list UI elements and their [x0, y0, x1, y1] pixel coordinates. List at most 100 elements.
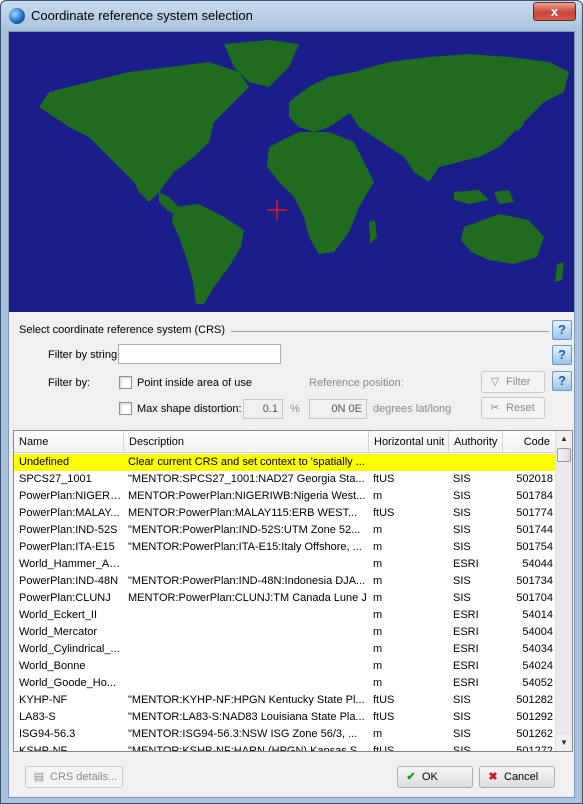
point-inside-checkbox[interactable] — [119, 376, 132, 389]
cell-description: "MENTOR:ISG94-56.3:NSW ISG Zone 56/3, ..… — [128, 728, 358, 740]
cell-description: "MENTOR:PowerPlan:ITA-E15:Italy Offshore… — [128, 541, 362, 553]
cell-description: "MENTOR:PowerPlan:IND-52S:UTM Zone 52... — [128, 524, 361, 536]
dialog-body: Select coordinate reference system (CRS)… — [8, 31, 575, 798]
cancel-label: Cancel — [504, 771, 539, 783]
cell-code: 501262 — [516, 728, 553, 740]
cell-unit: ftUS — [373, 745, 395, 752]
globe-icon — [9, 8, 25, 24]
table-row[interactable]: ISG94-56.3 "MENTOR:ISG94-56.3:NSW ISG Zon… — [14, 726, 556, 743]
cell-name: PowerPlan:NIGERI... — [19, 490, 122, 502]
help-icon[interactable]: ? — [552, 345, 572, 365]
table-header: Name Description Horizontal unit Authori… — [14, 431, 556, 453]
section-title: Select coordinate reference system (CRS) — [19, 324, 232, 336]
distortion-input[interactable]: 0.1 — [243, 399, 283, 419]
scroll-thumb[interactable] — [557, 448, 571, 462]
table-row[interactable]: LA83-S "MENTOR:LA83-S:NAD83 Louisiana Sta… — [14, 709, 556, 726]
column-header-code[interactable]: Code — [503, 431, 556, 453]
cell-authority: SIS — [453, 711, 471, 723]
table-row[interactable]: PowerPlan:IND-48N "MENTOR:PowerPlan:IND-4… — [14, 573, 556, 590]
help-icon[interactable]: ? — [552, 371, 572, 391]
table-row[interactable]: World_Eckert_II m ESRI 54014 — [14, 607, 556, 624]
cell-description: "MENTOR:KSHP-NF:HARN (HPGN) Kansas S... — [128, 745, 367, 752]
table-row[interactable]: Undefined Clear current CRS and set conte… — [14, 454, 556, 471]
cell-unit — [373, 454, 447, 471]
cell-name: KYHP-NF — [19, 694, 68, 706]
table-row[interactable]: PowerPlan:NIGERI... MENTOR:PowerPlan:NIGE… — [14, 488, 556, 505]
cell-code: 54004 — [522, 626, 553, 638]
cell-authority: SIS — [453, 575, 471, 587]
cell-authority: ESRI — [453, 643, 479, 655]
cell-code: 54024 — [522, 660, 553, 672]
dialog-window: Coordinate reference system selection x — [0, 0, 583, 804]
cell-authority: ESRI — [453, 609, 479, 621]
table-row[interactable]: PowerPlan:MALAY... MENTOR:PowerPlan:MALAY… — [14, 505, 556, 522]
cell-name: SPCS27_1001 — [19, 473, 92, 485]
cell-name: PowerPlan:CLUNJ — [19, 592, 111, 604]
cell-unit: m — [373, 643, 383, 655]
table-row[interactable]: PowerPlan:CLUNJ MENTOR:PowerPlan:CLUNJ:TM… — [14, 590, 556, 607]
cell-name: ISG94-56.3 — [19, 728, 76, 740]
filter-button[interactable]: ▽ Filter — [481, 371, 545, 393]
table-row[interactable]: KSHP-NF "MENTOR:KSHP-NF:HARN (HPGN) Kansa… — [14, 743, 556, 752]
table-row[interactable]: PowerPlan:IND-52S "MENTOR:PowerPlan:IND-5… — [14, 522, 556, 539]
broom-icon: ✂ — [490, 402, 500, 414]
reference-position-label: Reference position: — [309, 377, 404, 389]
cell-name: World_Cylindrical_... — [19, 643, 120, 655]
filter-string-input[interactable] — [118, 344, 281, 364]
column-header-authority[interactable]: Authority — [449, 431, 503, 453]
cell-name: World_Bonne — [19, 660, 86, 672]
vertical-scrollbar[interactable]: ▲ ▼ — [555, 431, 572, 751]
cell-unit: m — [373, 609, 383, 621]
scroll-down-icon[interactable]: ▼ — [556, 735, 572, 751]
table-row[interactable]: World_Goode_Ho... m ESRI 54052 — [14, 675, 556, 692]
funnel-icon: ▽ — [490, 376, 500, 388]
position-input[interactable]: 0N 0E — [309, 399, 367, 419]
close-button[interactable]: x — [533, 2, 576, 21]
world-map[interactable] — [9, 32, 574, 312]
table-row[interactable]: World_Hammer_Ait... m ESRI 54044 — [14, 556, 556, 573]
cell-description: "MENTOR:KYHP-NF:HPGN Kentucky State Pl..… — [128, 694, 365, 706]
filter-button-label: Filter — [506, 376, 531, 388]
table-row[interactable]: KYHP-NF "MENTOR:KYHP-NF:HPGN Kentucky Sta… — [14, 692, 556, 709]
table-row[interactable]: PowerPlan:ITA-E15 "MENTOR:PowerPlan:ITA-E… — [14, 539, 556, 556]
crs-table[interactable]: Name Description Horizontal unit Authori… — [13, 430, 573, 752]
cell-authority: ESRI — [453, 626, 479, 638]
cell-unit: m — [373, 558, 383, 570]
table-row[interactable]: SPCS27_1001 "MENTOR:SPCS27_1001:NAD27 Geo… — [14, 471, 556, 488]
cell-code: 54052 — [522, 677, 553, 689]
help-icon[interactable]: ? — [552, 320, 572, 340]
cell-description — [128, 624, 368, 641]
cell-authority: SIS — [453, 524, 471, 536]
scroll-up-icon[interactable]: ▲ — [556, 431, 572, 447]
crs-details-button[interactable]: ▤ CRS details... — [25, 766, 123, 788]
cell-unit: m — [373, 626, 383, 638]
title-bar[interactable]: Coordinate reference system selection x — [1, 1, 582, 31]
cell-unit: m — [373, 592, 383, 604]
cell-code: 501272 — [516, 745, 553, 752]
table-row[interactable]: World_Cylindrical_... m ESRI 54034 — [14, 641, 556, 658]
cell-authority: ESRI — [453, 660, 479, 672]
max-shape-checkbox[interactable] — [119, 402, 132, 415]
reset-button[interactable]: ✂ Reset — [481, 397, 545, 419]
cell-description — [128, 556, 368, 573]
cell-name: KSHP-NF — [19, 745, 68, 752]
table-body: Undefined Clear current CRS and set conte… — [14, 454, 556, 752]
cell-description — [128, 607, 368, 624]
column-header-name[interactable]: Name — [14, 431, 124, 453]
section-header: Select coordinate reference system (CRS) — [19, 324, 549, 338]
ok-button[interactable]: ✔ OK — [397, 766, 473, 788]
cell-code: 502018 — [516, 473, 553, 485]
cell-description — [128, 675, 368, 692]
cell-code: 54044 — [522, 558, 553, 570]
column-header-description[interactable]: Description — [124, 431, 369, 453]
position-marker — [267, 200, 287, 220]
table-row[interactable]: World_Bonne m ESRI 54024 — [14, 658, 556, 675]
cancel-button[interactable]: ✖ Cancel — [479, 766, 555, 788]
reset-button-label: Reset — [506, 402, 535, 414]
filter-by-label: Filter by: — [48, 377, 91, 389]
cell-name: PowerPlan:IND-48N — [19, 575, 119, 587]
cell-unit: m — [373, 575, 383, 587]
column-header-unit[interactable]: Horizontal unit — [369, 431, 449, 453]
table-row[interactable]: World_Mercator m ESRI 54004 — [14, 624, 556, 641]
cell-authority: SIS — [453, 694, 471, 706]
